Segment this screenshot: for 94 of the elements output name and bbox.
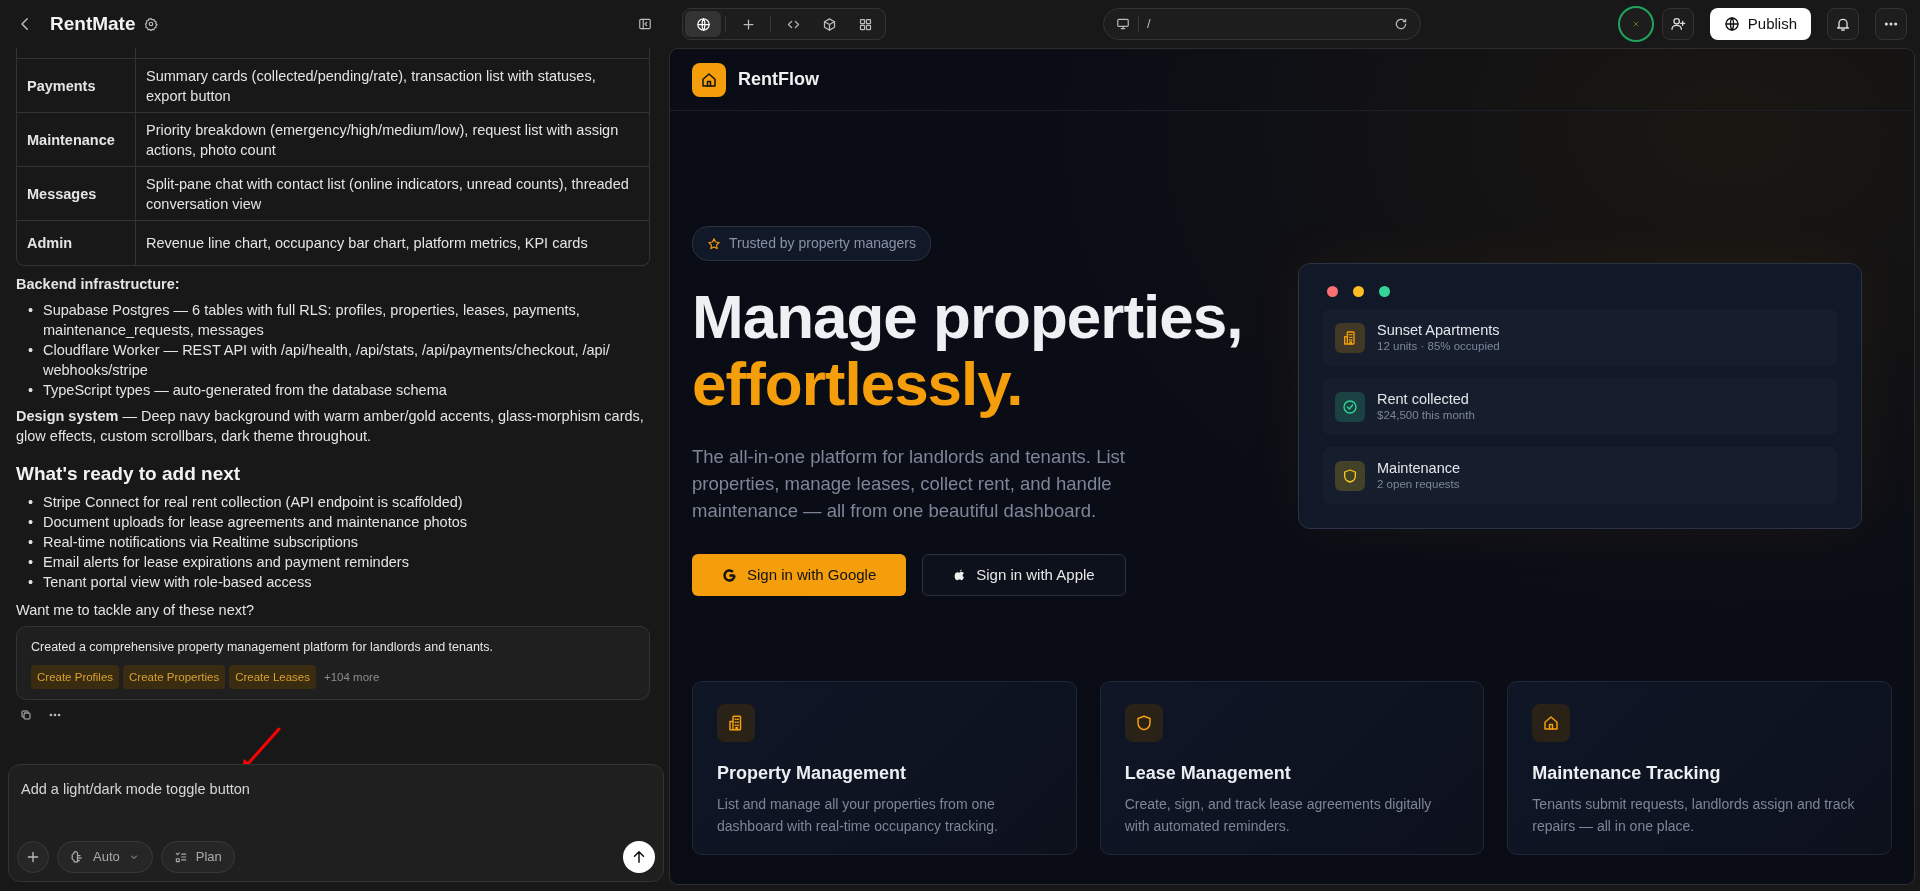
sidebar-toggle-button[interactable]: [638, 17, 652, 31]
bullet-marker: •: [28, 573, 35, 592]
bullet-marker: •: [28, 341, 35, 360]
table-cell-text: Split-pane chat with contact list (online indicators, unread counts), threaded conversation view: [145, 174, 630, 214]
table-cell-text: Revenue line chart, occupancy bar chart, platform metrics, KPI cards: [145, 234, 589, 253]
notifications-button[interactable]: [1827, 8, 1859, 40]
bell-icon: [1835, 16, 1851, 32]
check-circle-icon: [1342, 398, 1358, 415]
question-text: Want me to tackle any of these next?: [16, 601, 256, 620]
section-heading: What's ready to add next: [16, 464, 242, 484]
copy-button[interactable]: [20, 708, 32, 722]
list-item: Real-time notifications via Realtime subscriptions: [43, 533, 359, 552]
house-icon: [700, 70, 718, 89]
house-icon: [1542, 714, 1561, 732]
globe-icon: [695, 16, 711, 32]
publish-button[interactable]: Publish: [1709, 8, 1811, 40]
table-cell: Payments: [17, 59, 136, 112]
task-tag: Create Properties: [123, 665, 226, 689]
list-item: Email alerts for lease expirations and payment reminders: [43, 553, 409, 572]
stat-subtitle: 12 units · 85% occupied: [1377, 339, 1500, 354]
task-tag: Create Profiles: [31, 665, 120, 689]
globe-icon: [1723, 16, 1740, 32]
status-indicator[interactable]: [1617, 6, 1654, 42]
stat-title: Maintenance: [1377, 459, 1461, 477]
hero-headline: Manage properties,: [692, 285, 1243, 349]
table-cell-text: Priority breakdown (emergency/high/medium/low), request list with assign actions, photo count: [145, 120, 620, 160]
paragraph: Design system — Deep navy background with warm amber/gold accents, glass-morphism cards, glow effects, custom scrollbars, dark theme throughout.: [16, 407, 645, 446]
brand-name: RentFlow: [738, 68, 819, 91]
bullet-marker: •: [28, 381, 35, 400]
add-user-icon: [1669, 16, 1686, 32]
reload-icon: [1393, 17, 1408, 31]
feature-title: Property Management: [717, 762, 908, 785]
cube-icon: [821, 16, 837, 32]
toolbar-tab[interactable]: [685, 11, 721, 37]
copy-icon: [20, 709, 32, 721]
bullet-marker: •: [28, 533, 35, 552]
window-dots-drawing: [1327, 286, 1390, 297]
table-cell: Maintenance: [17, 113, 136, 166]
list-item: Cloudflare Worker — REST API with /api/health, /api/stats, /api/payments/checkout, /api/ webhooks/stripe: [43, 341, 611, 380]
checklist-icon: [173, 850, 188, 864]
plus-icon: [740, 16, 756, 32]
message-composer[interactable]: Add a light/dark mode toggle button Auto Plan: [8, 764, 664, 882]
url-path: /: [1146, 15, 1151, 34]
monitor-icon: [1115, 17, 1130, 31]
trust-badge: Trusted by property managers: [692, 226, 931, 261]
table-cell: Admin: [17, 221, 136, 265]
project-title: RentMate: [50, 11, 136, 36]
apple-sign-in-button[interactable]: Sign in with Apple: [922, 554, 1126, 596]
list-item: TypeScript types — auto-generated from the database schema: [43, 381, 447, 400]
shield-icon: [1342, 467, 1358, 484]
apple-icon: [953, 568, 967, 582]
list-item: Stripe Connect for real rent collection (API endpoint is scaffolded): [43, 493, 463, 512]
bullet-marker: •: [28, 513, 35, 532]
shield-icon: [1134, 714, 1153, 732]
stat-title: Rent collected: [1377, 390, 1470, 408]
sidebar-icon: [638, 17, 652, 31]
section-heading: Backend infrastructure:: [16, 275, 181, 294]
task-tag: Create Leases: [229, 665, 316, 689]
hero-description: The all-in-one platform for landlords and tenants. List properties, manage leases, collect rent, and handle maintenance — all from one beautiful dashboard.: [692, 445, 1126, 523]
stat-title: Sunset Apartments: [1377, 321, 1500, 339]
star-icon: [707, 236, 721, 251]
address-bar[interactable]: /: [1102, 8, 1421, 40]
stat-subtitle: $24,500 this month: [1377, 408, 1475, 423]
google-icon: [722, 567, 737, 583]
google-sign-in-button[interactable]: Sign in with Google: [692, 554, 907, 596]
plus-icon: [25, 849, 41, 865]
summary-text: Created a comprehensive property management platform for landlords and tenants.: [31, 639, 495, 656]
mode-dropdown[interactable]: Auto: [57, 841, 153, 873]
building-icon: [1342, 329, 1358, 346]
attach-button[interactable]: [17, 841, 49, 873]
more-count: +104 more: [324, 670, 380, 685]
table-cell-text: Summary cards (collected/pending/rate), transaction list with statuses, export button: [145, 66, 597, 106]
list-item: Tenant portal view with role-based access: [43, 573, 312, 592]
bullet-marker: •: [28, 301, 35, 320]
reload-button[interactable]: [1393, 17, 1408, 31]
feature-title: Maintenance Tracking: [1532, 762, 1722, 785]
feature-title: Lease Management: [1124, 762, 1292, 785]
settings-icon: [143, 17, 158, 31]
bullet-marker: •: [28, 493, 35, 512]
settings-button[interactable]: [143, 17, 158, 31]
list-item: Supabase Postgres — 6 tables with full RLS: profiles, properties, leases, payments, maintenance_requests, messages: [43, 301, 581, 340]
invite-button[interactable]: [1661, 8, 1694, 40]
feature-description: Tenants submit requests, landlords assign and track repairs — all in one place.: [1532, 795, 1856, 836]
send-button[interactable]: [623, 841, 655, 873]
message-input[interactable]: Add a light/dark mode toggle button: [9, 765, 663, 815]
list-item: Document uploads for lease agreements and maintenance photos: [43, 513, 467, 532]
feature-description: List and manage all your properties from one dashboard with real-time occupancy tracking.: [717, 795, 999, 836]
table-cell: Messages: [17, 167, 136, 220]
feature-description: Create, sign, and track lease agreements digitally with automated reminders.: [1124, 795, 1433, 836]
stat-subtitle: 2 open requests: [1377, 477, 1461, 492]
grid-icon: [857, 16, 873, 32]
plan-button[interactable]: Plan: [160, 841, 235, 873]
close-icon: [1630, 19, 1641, 29]
bullet-marker: •: [28, 553, 35, 572]
